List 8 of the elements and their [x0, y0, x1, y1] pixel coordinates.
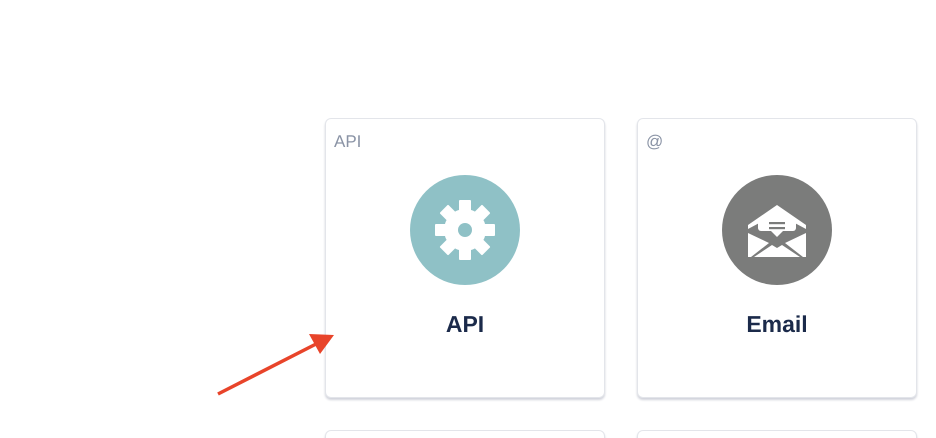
integration-card[interactable]: @ Email [637, 118, 917, 398]
card-title: Email [746, 311, 808, 338]
card-title: API [446, 311, 484, 338]
integration-card[interactable]: API API [325, 118, 605, 398]
card-tag: API [334, 131, 362, 155]
at-sign-text: @ [646, 131, 664, 153]
gear-icon [433, 198, 497, 262]
open-envelope-icon [745, 203, 809, 257]
